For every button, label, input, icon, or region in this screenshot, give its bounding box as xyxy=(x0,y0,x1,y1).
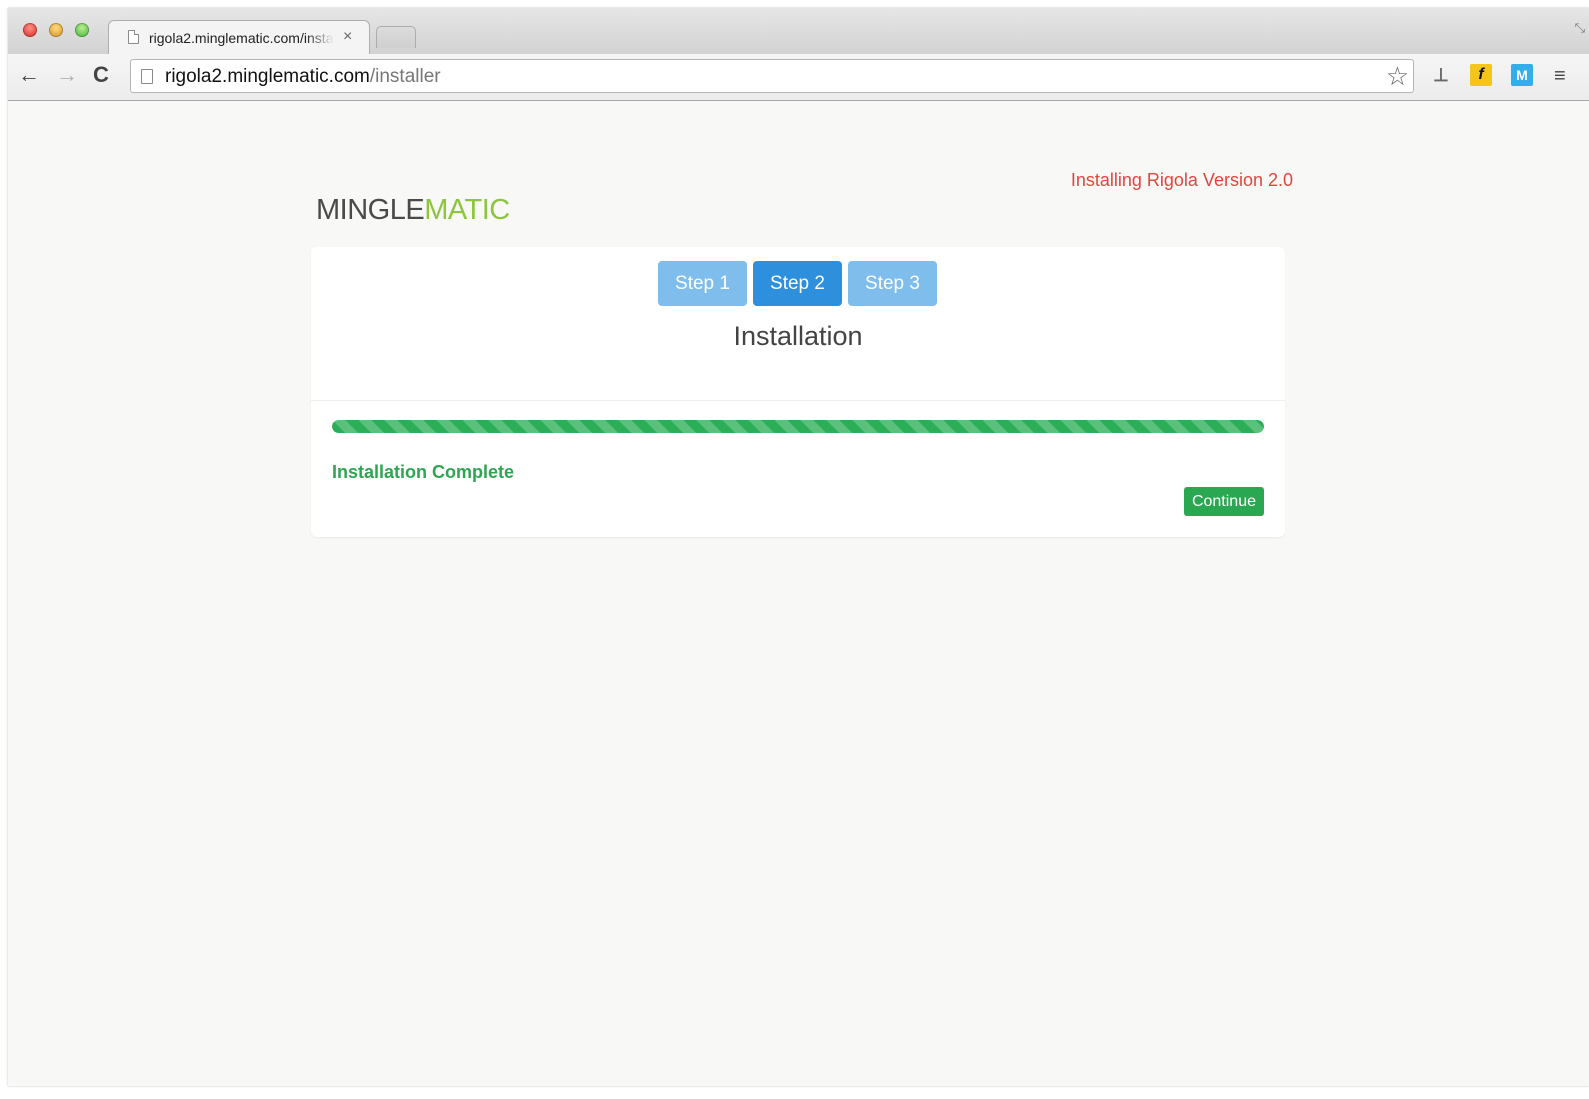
menu-icon[interactable]: ≡ xyxy=(1554,65,1566,88)
step-1-button[interactable]: Step 1 xyxy=(658,261,747,306)
tab-title: rigola2.minglematic.com/installer xyxy=(149,30,334,46)
divider xyxy=(311,400,1285,401)
close-window-button[interactable] xyxy=(23,23,37,37)
url-host: rigola2.minglematic.com xyxy=(165,66,370,87)
continue-button[interactable]: Continue xyxy=(1183,487,1264,516)
browser-window: rigola2.minglematic.com/installer × ⤡ ← … xyxy=(8,8,1589,1086)
star-icon[interactable]: ☆ xyxy=(1386,61,1409,92)
step-3-button[interactable]: Step 3 xyxy=(848,261,937,306)
fullscreen-icon[interactable]: ⤡ xyxy=(1575,20,1585,36)
progress-bar-fill xyxy=(332,420,1264,433)
flipboard-f-icon[interactable]: f xyxy=(1470,64,1492,86)
forward-arrow-icon[interactable]: → xyxy=(56,63,78,87)
zoom-window-button[interactable] xyxy=(75,23,89,37)
logo-mingle: MINGLE xyxy=(316,194,425,226)
page-title: Installation xyxy=(733,321,863,351)
minimize-window-button[interactable] xyxy=(49,23,63,37)
page-icon xyxy=(128,30,139,44)
url-path: /installer xyxy=(369,66,441,87)
reload-icon[interactable]: C xyxy=(93,63,109,87)
download-icon[interactable]: ⊥ xyxy=(1430,64,1452,86)
progress-bar xyxy=(332,420,1264,433)
status-message: Installation Complete xyxy=(332,462,515,482)
step-2-button[interactable]: Step 2 xyxy=(753,261,842,306)
new-tab-button[interactable] xyxy=(376,26,416,48)
page-icon xyxy=(141,69,153,84)
minglematic-logo: MINGLEMATIC xyxy=(316,194,510,227)
url-text[interactable]: rigola2.minglematic.com/installer xyxy=(165,66,441,88)
step-tabs: Step 1 Step 2 Step 3 xyxy=(658,261,937,306)
m-extension-icon[interactable]: M xyxy=(1511,64,1533,86)
tab-strip: rigola2.minglematic.com/installer × ⤡ xyxy=(8,8,1589,54)
browser-toolbar: ← → C rigola2.minglematic.com/installer … xyxy=(8,54,1589,101)
installer-panel: Step 1 Step 2 Step 3 Installation Instal… xyxy=(311,247,1285,537)
page-content: MINGLEMATIC Installing Rigola Version 2.… xyxy=(8,101,1589,1086)
browser-tab[interactable]: rigola2.minglematic.com/installer × xyxy=(108,20,370,54)
logo-matic: MATIC xyxy=(424,194,510,226)
back-arrow-icon[interactable]: ← xyxy=(18,63,40,87)
address-bar[interactable]: rigola2.minglematic.com/installer ☆ xyxy=(130,59,1414,93)
tab-close-icon[interactable]: × xyxy=(343,28,352,46)
version-note: Installing Rigola Version 2.0 xyxy=(1070,170,1293,190)
